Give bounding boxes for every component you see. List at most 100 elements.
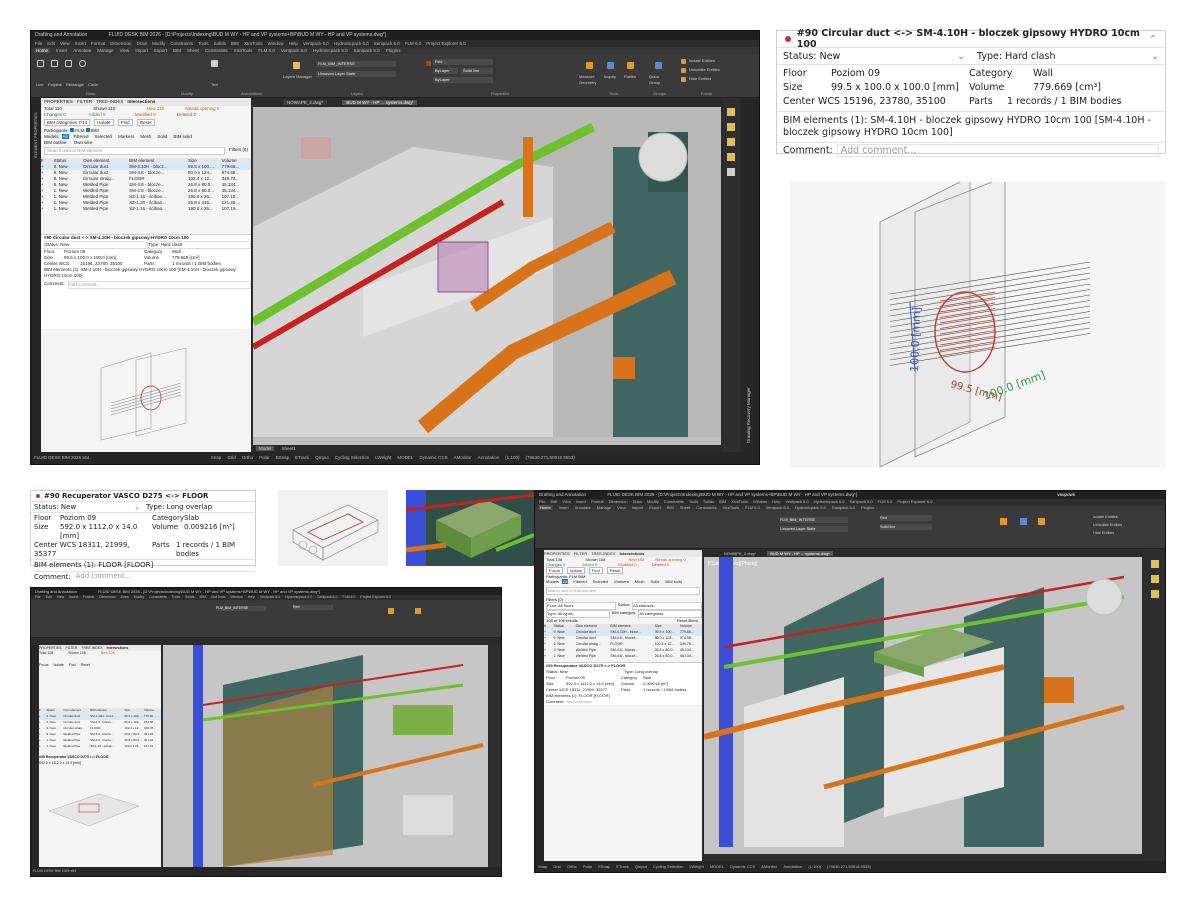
model-toggle-bim-solid[interactable]: BIM solid (664, 579, 682, 584)
menu-item-dimension[interactable]: Dimension (609, 499, 628, 504)
ribbon-tab-sanipack-6-0[interactable]: Sanipack 6.0 (832, 505, 855, 510)
status-item-qinput[interactable]: QInput (315, 455, 329, 460)
menu-item-flm-6-0[interactable]: FLM 6.0 (343, 595, 356, 599)
isolate-button[interactable]: Isolate (94, 119, 114, 126)
ribbon-tab-export[interactable]: Export (154, 48, 167, 53)
status-select[interactable]: Status: New ⌄ (783, 48, 971, 64)
status-item-qinput[interactable]: QInput (635, 864, 647, 869)
status-item-etrack[interactable]: ETrack (295, 455, 309, 460)
status-item-esnap[interactable]: ESnap (276, 455, 290, 460)
large-hide-label[interactable]: Hide Entities (1093, 530, 1114, 536)
menu-item-hydronicpack-6-0[interactable]: Hydronicpack 6.0 (334, 41, 369, 46)
menu-item-format[interactable]: Format (83, 595, 94, 599)
status-item-etrack[interactable]: ETrack (616, 864, 629, 869)
menu-item-help[interactable]: Help (772, 499, 780, 504)
unisolate-entities-icon[interactable] (681, 68, 686, 73)
clash-detail-drawing[interactable]: 100.0 [mm] 99.5 [mm] 100.0 [mm] (790, 176, 1166, 468)
status-item-model[interactable]: MODEL (397, 455, 413, 460)
large-card-comment-input[interactable]: Add comment... (566, 699, 702, 705)
ribbon-tab-sheet[interactable]: Sheet (680, 505, 690, 510)
hide-entities-icon[interactable] (681, 77, 686, 82)
filters-toggle[interactable]: Filters (6) (229, 147, 248, 155)
tool-icon-3[interactable] (727, 138, 735, 146)
menu-item-project-explorer-6-0[interactable]: Project Explorer 6.0 (426, 41, 466, 46)
large-right-strip[interactable] (1144, 550, 1165, 862)
menu-item-edit[interactable]: Edit (46, 595, 52, 599)
ribbon-tab-bim[interactable]: BIM (667, 505, 674, 510)
menu-item-dimension[interactable]: Dimension (99, 595, 116, 599)
large-layer-dropdown[interactable]: FLM_BIM_INTERSE (780, 517, 848, 523)
ribbon-tab-xtratools[interactable]: XtraTools (234, 48, 253, 53)
3d-viewport[interactable]: NOWAPE_2.dwg* BUD M WY - HP ... systems.… (253, 98, 721, 453)
model-toggle-markers[interactable]: Markers (117, 134, 135, 139)
ribbon-tab-ventpack-6-0[interactable]: Ventpack 6.0 (281, 48, 307, 53)
recuperator-card-header[interactable]: #90 Recuperator VASCO D275 <-> FLOOR (31, 491, 255, 502)
panel-tab-tree-index[interactable]: TREE-INDEX (591, 550, 615, 557)
layer-dropdown[interactable]: FLM_BIM_INTERSE (316, 61, 396, 67)
model-toggle-filtered[interactable]: Filtered (572, 579, 587, 584)
small-find-button[interactable]: Find (69, 663, 76, 667)
large-viewport[interactable]: NOWAPE_2.dwg* BUD M WY - HP ... systems.… (704, 550, 1142, 854)
model-toggle-solid[interactable]: Solid (650, 579, 661, 584)
own-wire-toggle[interactable]: Own wire (74, 140, 93, 145)
ribbon-tab-hydronicpack-6-0[interactable]: Hydronicpack 6.0 (795, 505, 826, 510)
menu-item-edit[interactable]: Edit (47, 41, 55, 46)
row-expand-icon[interactable]: + (41, 206, 54, 212)
status-item-79630-271-50918-9553[interactable]: (79630.271,50918.9553) (827, 864, 871, 869)
menu-item-constraints[interactable]: Constraints (664, 499, 684, 504)
drawing-recovery-strip[interactable]: Drawing Recovery Manager (741, 98, 759, 453)
menu-item-solids[interactable]: Solids (214, 41, 226, 46)
menu-item-edit[interactable]: Edit (550, 499, 557, 504)
doc-tab-nowape[interactable]: NOWAPE_2.dwg* (283, 100, 328, 105)
menu-item-view[interactable]: View (60, 41, 70, 46)
inquiry-icon[interactable] (607, 62, 614, 69)
small-3d-scene[interactable] (163, 645, 488, 867)
small-reset-button[interactable]: Reset (81, 663, 90, 667)
large-tool-icon-1[interactable] (1151, 560, 1159, 568)
large-color-dropdown[interactable]: Red (880, 515, 932, 521)
menu-item-ventpack-6-0[interactable]: Ventpack 6.0 (260, 595, 280, 599)
menu-item-tools[interactable]: Tools (172, 595, 180, 599)
isolate-entities-icon[interactable] (681, 59, 686, 64)
status-item-ortho[interactable]: Ortho (567, 864, 577, 869)
linetype-dropdown[interactable]: ByLayer (433, 68, 458, 74)
small-left-strip[interactable] (31, 645, 39, 867)
ribbon-tab-home[interactable]: Home (538, 505, 553, 510)
menu-item-dimension[interactable]: Dimension (110, 41, 131, 46)
linetype-style-dropdown[interactable]: Solid line (461, 68, 493, 74)
menu-item-xtratools[interactable]: XtraTools (211, 595, 226, 599)
large-isolate-label[interactable]: Isolate Entities (1093, 514, 1118, 520)
ribbon-tab-manage[interactable]: Manage (97, 48, 113, 53)
type-select[interactable]: Type: Hard clash ⌄ (971, 48, 1165, 64)
menu-item-flm-6-0[interactable]: FLM 6.0 (405, 41, 422, 46)
status-item-amonitor[interactable]: AMonitor (761, 864, 777, 869)
text-icon[interactable] (211, 60, 218, 67)
menu-item-bim[interactable]: BIM (719, 499, 726, 504)
row-expand-icon[interactable]: + (39, 744, 46, 750)
large-unisolate-label[interactable]: Unisolate Entities (1093, 522, 1122, 528)
large-find-button[interactable]: Find (588, 567, 603, 574)
model-toggle-markers[interactable]: Markers (613, 579, 629, 584)
small-color-dropdown[interactable]: Red (293, 605, 333, 610)
tool-icon-2[interactable] (727, 123, 735, 131)
ribbon-tab-plugins[interactable]: Plugins (861, 505, 874, 510)
menu-item-hydronicpack-6-0[interactable]: Hydronicpack 6.0 (285, 595, 312, 599)
menu-item-sanipack-6-0[interactable]: Sanipack 6.0 (374, 41, 400, 46)
ribbon-tab-export[interactable]: Export (649, 505, 661, 510)
user-label[interactable]: vaupowk (1057, 491, 1075, 499)
recuperator-status-select[interactable]: Status: New ⌄ (34, 502, 143, 512)
status-item-dynamic-ccs[interactable]: Dynamic CCS (730, 864, 755, 869)
polyline-icon[interactable] (51, 60, 58, 67)
menu-item-project-explorer-6-0[interactable]: Project Explorer 6.0 (360, 595, 391, 599)
tool-icon-5[interactable] (727, 168, 735, 176)
small-isolate-button[interactable]: Isolate (54, 663, 64, 667)
menu-item-solids[interactable]: Solids (185, 595, 195, 599)
model-toggle-bim-solid[interactable]: BIM solid (172, 134, 193, 139)
model-toggle-solid[interactable]: Solid (156, 134, 168, 139)
color-dropdown[interactable]: Red (433, 59, 493, 65)
flatten-icon[interactable] (627, 62, 634, 69)
circle-icon[interactable] (79, 60, 86, 67)
quick-group-icon[interactable] (655, 62, 662, 69)
find-button[interactable]: Find (117, 119, 133, 126)
menu-item-flm-6-0[interactable]: FLM 6.0 (878, 499, 893, 504)
